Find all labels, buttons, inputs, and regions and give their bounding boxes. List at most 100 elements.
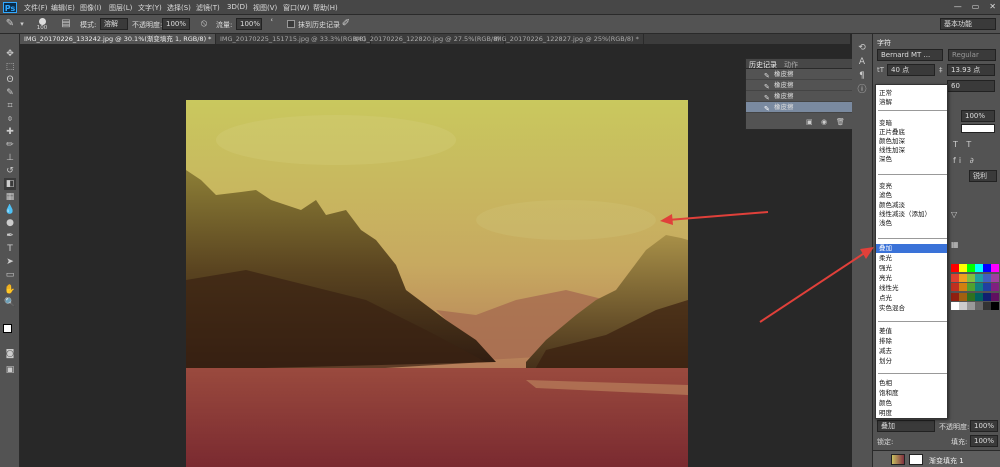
anti-alias-select[interactable]: 锐利 (969, 170, 997, 182)
menu-edit[interactable]: 编辑(E) (51, 3, 75, 13)
blend-mode-option[interactable]: 正片叠底 (876, 128, 947, 137)
rectangle-tool-icon[interactable]: ▭ (4, 269, 16, 281)
blend-mode-option[interactable]: 颜色减淡 (876, 201, 947, 210)
swatches-grid[interactable] (951, 264, 999, 312)
move-tool-icon[interactable]: ✥ (4, 48, 16, 60)
history-brush-tool-icon[interactable]: ↺ (4, 165, 16, 177)
pen-tool-icon[interactable]: ✒ (4, 230, 16, 242)
blend-mode-option[interactable]: 排除 (876, 337, 947, 346)
layer-row[interactable]: 渐变填充 1 (873, 450, 1000, 467)
blend-mode-option[interactable]: 色相 (876, 379, 947, 388)
marquee-tool-icon[interactable]: ⬚ (4, 61, 16, 73)
blend-mode-option[interactable]: 差值 (876, 327, 947, 336)
opentype-buttons[interactable]: fi ∂ (953, 156, 977, 165)
menu-select[interactable]: 选择(S) (167, 3, 191, 13)
pressure-opacity-icon[interactable]: ⦸ (198, 18, 210, 30)
history-row[interactable]: 橡皮擦 (746, 80, 854, 91)
layer-opacity-input[interactable]: 100% (970, 420, 998, 432)
text-color-swatch[interactable] (961, 124, 995, 133)
blend-mode-option[interactable]: 颜色加深 (876, 137, 947, 146)
new-document-from-state-icon[interactable]: ▣ (806, 118, 813, 126)
gradient-tool-icon[interactable]: ▦ (4, 191, 16, 203)
blend-mode-option[interactable]: 浅色 (876, 219, 947, 228)
blend-mode-option[interactable]: 滤色 (876, 191, 947, 200)
paragraph-panel-icon[interactable]: ¶ (856, 70, 868, 82)
dropdown-arrow-icon[interactable]: ▾ (16, 18, 28, 30)
tab-doc-2[interactable]: IMG_20170225_151715.jpg @ 33.3%(RGB/8) (216, 34, 371, 44)
menu-image[interactable]: 图像(I) (80, 3, 102, 13)
minimize-button[interactable]: — (954, 2, 962, 11)
blend-mode-option[interactable]: 强光 (876, 264, 947, 273)
eraser-tool-icon[interactable]: ◧ (4, 178, 16, 190)
flow-input[interactable]: 100% (236, 18, 262, 30)
blend-mode-option[interactable]: 划分 (876, 357, 947, 366)
blend-mode-option[interactable]: 实色混合 (876, 304, 947, 313)
tab-doc-1[interactable]: IMG_20170226_133242.jpg @ 30.1%(渐变填充 1, … (20, 34, 217, 44)
clone-stamp-tool-icon[interactable]: ⊥ (4, 152, 16, 164)
quick-select-tool-icon[interactable]: ✎ (4, 87, 16, 99)
quick-mask-icon[interactable]: ◙ (4, 348, 16, 360)
healing-brush-tool-icon[interactable]: ✚ (4, 126, 16, 138)
screen-mode-icon[interactable]: ▣ (4, 364, 16, 376)
blend-mode-option[interactable]: 颜色 (876, 399, 947, 408)
blend-mode-option[interactable]: 减去 (876, 347, 947, 356)
dodge-tool-icon[interactable]: ● (4, 217, 16, 229)
close-button[interactable]: ✕ (989, 2, 996, 11)
font-style-select[interactable]: Regular (948, 49, 996, 61)
document-canvas[interactable] (186, 100, 688, 467)
snapshot-icon[interactable]: ◉ (821, 118, 827, 126)
font-family-select[interactable]: Bernard MT ... (877, 49, 943, 61)
erase-history-checkbox[interactable] (287, 20, 295, 28)
blend-mode-option[interactable]: 变亮 (876, 182, 947, 191)
brush-preset-picker[interactable]: 100 (34, 18, 50, 32)
horizontal-scale-input[interactable]: 100% (961, 110, 995, 122)
trash-icon[interactable]: 🗑 (836, 118, 845, 126)
grid-icon[interactable]: ▦ (951, 240, 959, 249)
tracking-input[interactable]: 60 (947, 80, 995, 92)
blend-mode-option[interactable]: 线性加深 (876, 146, 947, 155)
blend-mode-dropdown[interactable]: 正常 溶解 变暗 正片叠底 颜色加深 线性加深 深色 变亮 滤色 颜色减淡 线性… (875, 84, 948, 419)
path-select-tool-icon[interactable]: ➤ (4, 256, 16, 268)
layer-blend-mode-select[interactable]: 叠加 (877, 420, 935, 432)
brush-tool-icon[interactable]: ✏ (4, 139, 16, 151)
foreground-color-swatch[interactable] (3, 324, 12, 333)
maximize-button[interactable]: ▭ (972, 2, 980, 11)
history-row[interactable]: 橡皮擦 (746, 91, 854, 102)
blend-mode-option[interactable]: 线性减淡（添加） (876, 210, 947, 219)
lasso-tool-icon[interactable]: ʘ (4, 74, 16, 86)
blend-mode-option[interactable]: 线性光 (876, 284, 947, 293)
pressure-size-icon[interactable]: ✐ (340, 18, 352, 30)
blend-mode-option[interactable]: 变暗 (876, 119, 947, 128)
zoom-tool-icon[interactable]: 🔍 (4, 297, 16, 309)
menu-view[interactable]: 视图(V) (253, 3, 277, 13)
crop-tool-icon[interactable]: ⌗ (4, 100, 16, 112)
tab-doc-4[interactable]: IMG_20170226_122827.jpg @ 25%(RGB/8) * (490, 34, 644, 44)
history-panel-icon[interactable]: ⟲ (856, 42, 868, 54)
workspace-select[interactable]: 基本功能 (940, 18, 996, 30)
blend-mode-option[interactable]: 溶解 (876, 98, 947, 107)
menu-window[interactable]: 窗口(W) (283, 3, 309, 13)
brush-panel-icon[interactable]: ▤ (60, 18, 72, 30)
eraser-tool-icon[interactable]: ✎ (4, 18, 16, 30)
character-panel-icon[interactable]: A (856, 56, 868, 68)
font-size-input[interactable]: 40 点 (887, 64, 935, 76)
blend-mode-option[interactable]: 柔光 (876, 254, 947, 263)
menu-type[interactable]: 文字(Y) (138, 3, 162, 13)
blend-mode-option[interactable]: 正常 (876, 89, 947, 98)
blend-mode-option[interactable]: 点光 (876, 294, 947, 303)
info-panel-icon[interactable]: ⓘ (856, 84, 868, 96)
text-style-buttons[interactable]: T T (953, 140, 974, 149)
blend-mode-option[interactable]: 亮光 (876, 274, 947, 283)
menu-help[interactable]: 帮助(H) (313, 3, 338, 13)
triangle-icon[interactable]: ▽ (951, 210, 957, 219)
history-row-selected[interactable]: 橡皮擦 (746, 102, 854, 113)
blend-mode-option[interactable]: 饱和度 (876, 389, 947, 398)
menu-3d[interactable]: 3D(D) (227, 3, 248, 11)
blur-tool-icon[interactable]: 💧 (4, 204, 16, 216)
blend-mode-option[interactable]: 深色 (876, 155, 947, 164)
fill-input[interactable]: 100% (970, 435, 998, 447)
blend-mode-option-selected[interactable]: 叠加 (876, 244, 947, 254)
mode-select[interactable]: 溶解 (100, 18, 128, 30)
menu-file[interactable]: 文件(F) (24, 3, 48, 13)
blend-mode-option[interactable]: 明度 (876, 409, 947, 418)
